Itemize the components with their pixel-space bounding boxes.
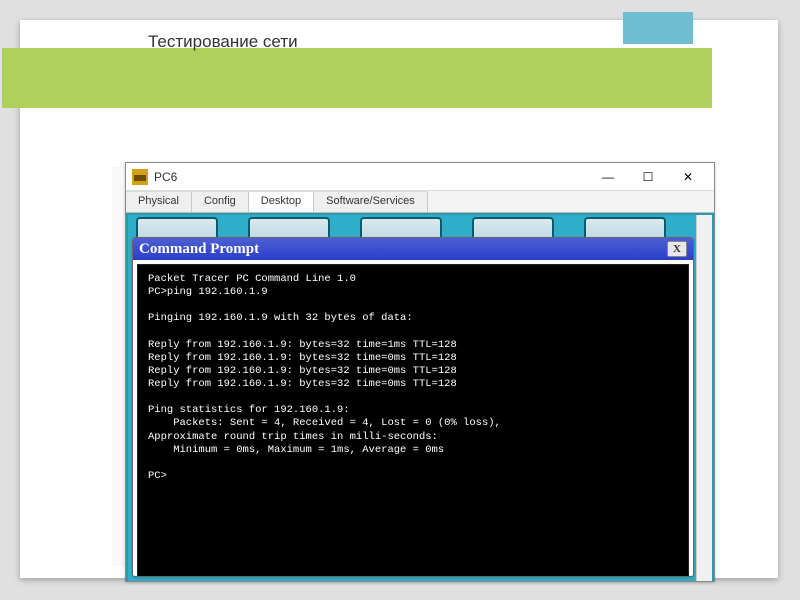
- window-title: PC6: [154, 170, 588, 184]
- command-prompt-titlebar[interactable]: Command Prompt X: [133, 238, 693, 260]
- terminal-output[interactable]: Packet Tracer PC Command Line 1.0 PC>pin…: [137, 264, 689, 577]
- slide-title: Тестирование сети: [148, 32, 298, 52]
- desktop-tool-icon[interactable]: [584, 217, 666, 239]
- window-titlebar[interactable]: PC6 — ☐ ✕: [126, 163, 714, 191]
- command-prompt-title: Command Prompt: [139, 241, 667, 258]
- side-shadow: [112, 166, 126, 566]
- tab-physical[interactable]: Physical: [126, 191, 192, 212]
- tab-strip: Physical Config Desktop Software/Service…: [126, 191, 714, 213]
- tab-software-services[interactable]: Software/Services: [314, 191, 428, 212]
- desktop-tool-icon[interactable]: [472, 217, 554, 239]
- maximize-button[interactable]: ☐: [628, 165, 668, 189]
- command-prompt-close-button[interactable]: X: [667, 241, 687, 257]
- desktop-tool-icon[interactable]: [360, 217, 442, 239]
- vertical-scrollbar[interactable]: [696, 215, 712, 581]
- pc-window: PC6 — ☐ ✕ Physical Config Desktop Softwa…: [125, 162, 715, 582]
- tab-config[interactable]: Config: [192, 191, 249, 212]
- command-prompt-window: Command Prompt X Packet Tracer PC Comman…: [132, 237, 694, 577]
- slide-canvas: Тестирование сети PC6 — ☐ ✕ Physical Con…: [20, 20, 778, 578]
- desktop-area: Command Prompt X Packet Tracer PC Comman…: [126, 213, 714, 582]
- title-bar: [2, 48, 712, 108]
- accent-tab-decoration: [623, 12, 693, 44]
- tab-desktop[interactable]: Desktop: [249, 191, 314, 212]
- desktop-tool-row: [136, 217, 694, 239]
- minimize-button[interactable]: —: [588, 165, 628, 189]
- desktop-tool-icon[interactable]: [248, 217, 330, 239]
- app-icon: [132, 169, 148, 185]
- close-button[interactable]: ✕: [668, 165, 708, 189]
- desktop-tool-icon[interactable]: [136, 217, 218, 239]
